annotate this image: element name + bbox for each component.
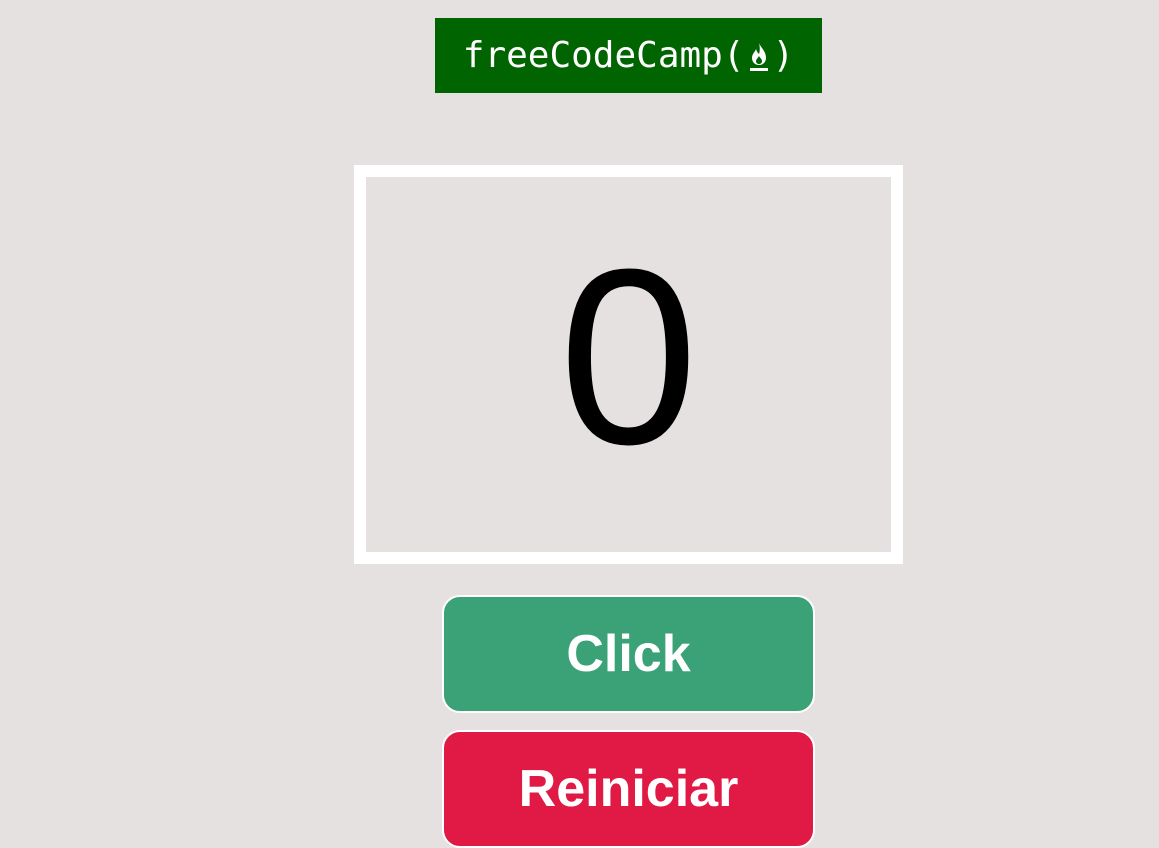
click-button[interactable]: Click (442, 595, 815, 713)
reset-button[interactable]: Reiniciar (442, 730, 815, 848)
fire-icon (749, 42, 768, 71)
logo-text-main: freeCodeCamp( (462, 35, 745, 76)
freecodecamp-logo: freeCodeCamp( ) (435, 18, 822, 93)
logo-text-close: ) (772, 35, 795, 76)
counter-value: 0 (558, 216, 699, 496)
logo-text: freeCodeCamp( ) (463, 35, 794, 76)
counter-display: 0 (354, 165, 903, 564)
